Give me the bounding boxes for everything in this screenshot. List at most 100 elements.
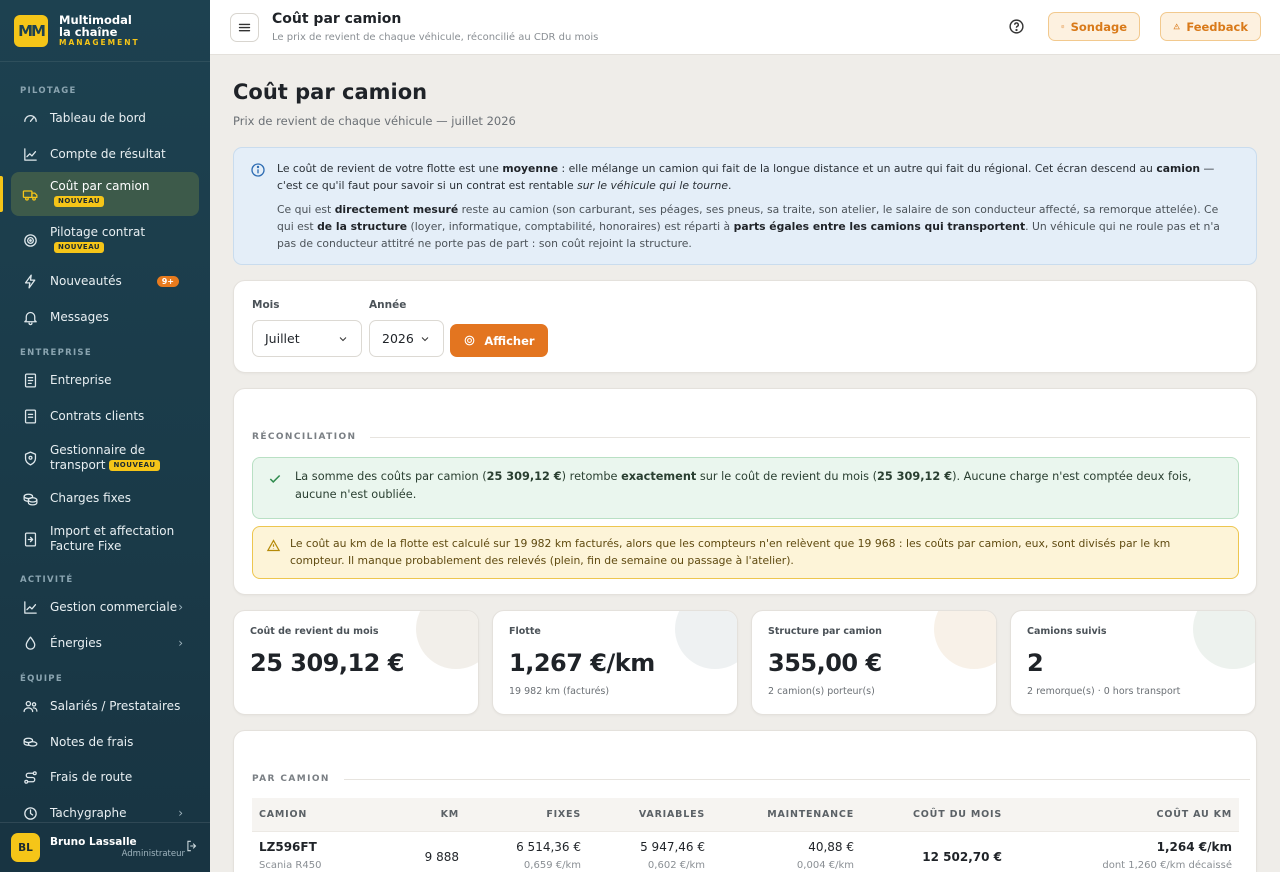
truck-variables-per-km: 0,602 €/km (647, 860, 705, 871)
new-badge: NOUVEAU (54, 196, 105, 207)
column-header[interactable]: CAMION (259, 809, 307, 820)
truck-plate[interactable]: LZ596FT (259, 840, 317, 854)
clipboard-icon (1061, 25, 1064, 28)
sidebar-item-label: Gestion commerciale (50, 599, 178, 614)
chevron-down-icon (421, 336, 429, 341)
wallet-icon (21, 733, 39, 751)
year-select[interactable]: 2026 (369, 320, 444, 357)
column-header[interactable]: KM (441, 809, 459, 820)
section-label-activite: ACTIVITÉ (20, 575, 74, 585)
page-subtitle: Prix de revient de chaque véhicule — jui… (233, 114, 516, 128)
truck-model: Scania R450 (259, 860, 322, 871)
show-button-label: Afficher (484, 333, 535, 348)
topbar-title: Coût par camion (272, 11, 402, 27)
column-header[interactable]: MAINTENANCE (767, 809, 854, 820)
target-icon (465, 335, 475, 346)
sidebar-item-label: Entreprise (50, 372, 112, 387)
sidebar-item-label: Notes de frais (50, 734, 134, 749)
topbar-subtitle: Le prix de revient de chaque véhicule, r… (272, 32, 599, 43)
survey-label: Sondage (1070, 19, 1127, 34)
per-truck-heading: PAR CAMION (252, 774, 1250, 784)
sidebar-item-import-facture-fixe[interactable]: Import et affectation Facture Fixe (11, 518, 199, 560)
document-icon (21, 371, 39, 389)
target-icon (21, 231, 39, 249)
truck-cout-km: 1,264 €/km (1156, 840, 1232, 854)
chevron-down-icon (339, 336, 347, 341)
table-row[interactable]: LZ596FT Scania R450 9 888 6 514,36 € 0,6… (252, 831, 1239, 872)
sidebar-item-label: Salariés / Prestataires (50, 698, 181, 713)
sidebar-item-charges-fixes[interactable]: Charges fixes (11, 480, 199, 516)
year-value: 2026 (382, 331, 414, 346)
decorative-circle (675, 611, 737, 669)
bell-icon (21, 308, 39, 326)
stat-card-structure: Structure par camion 355,00 € 2 camion(s… (751, 610, 997, 715)
new-badge: NOUVEAU (109, 460, 160, 471)
stat-label: Camions suivis (1027, 626, 1107, 637)
sidebar-item-energies[interactable]: Énergies › (11, 625, 199, 661)
truck-icon (21, 185, 39, 203)
sidebar-item-label: Tachygraphe (50, 805, 127, 820)
show-button[interactable]: Afficher (450, 324, 548, 357)
truck-maintenance-per-km: 0,004 €/km (796, 860, 854, 871)
stat-label: Structure par camion (768, 626, 882, 637)
bolt-icon (21, 272, 39, 290)
brand-logo: MM (14, 14, 48, 47)
stat-value: 355,00 € (768, 649, 882, 677)
avatar[interactable]: BL (11, 833, 40, 862)
sidebar-item-notes-de-frais[interactable]: Notes de frais (11, 724, 199, 760)
feedback-button[interactable]: Feedback (1160, 12, 1261, 41)
feedback-label: Feedback (1186, 19, 1248, 34)
sidebar-item-contrats-clients[interactable]: Contrats clients (11, 398, 199, 434)
reconciliation-ok-banner: La somme des coûts par camion (25 309,12… (252, 457, 1239, 519)
per-truck-card: PAR CAMION CAMION KM FIXES VARIABLES MAI… (233, 730, 1257, 872)
sidebar-item-frais-de-route[interactable]: Frais de route (11, 759, 199, 795)
help-icon[interactable] (1008, 18, 1025, 35)
file-import-icon (21, 530, 39, 548)
decorative-circle (1193, 611, 1255, 669)
chevron-right-icon: › (178, 806, 183, 820)
sidebar-item-messages[interactable]: Messages (11, 299, 199, 335)
sidebar-item-gestion-commerciale[interactable]: Gestion commerciale › (11, 589, 199, 625)
sidebar-item-cout-par-camion[interactable]: Coût par camion NOUVEAU (0, 172, 199, 216)
main-content: Coût par camion Prix de revient de chaqu… (210, 55, 1280, 872)
warning-text: Le coût au km de la flotte est calculé s… (290, 537, 1171, 568)
file-icon (21, 407, 39, 425)
sidebar-item-nouveautes[interactable]: Nouveautés 9+ (11, 263, 199, 299)
check-icon (269, 474, 281, 483)
sidebar-item-gestionnaire-de-transport[interactable]: Gestionnaire de transport NOUVEAU (11, 437, 199, 479)
menu-button[interactable] (230, 13, 259, 42)
sidebar-item-entreprise[interactable]: Entreprise (11, 362, 199, 398)
sidebar-item-pilotage-contrat[interactable]: Pilotage contrat NOUVEAU (11, 222, 199, 258)
truck-cout-mois: 12 502,70 € (922, 850, 1002, 864)
info-icon (251, 163, 265, 177)
page-title: Coût par camion (233, 80, 428, 104)
truck-fixes: 6 514,36 € (516, 840, 581, 854)
sidebar-item-label: Import et affectation Facture Fixe (50, 524, 175, 553)
survey-button[interactable]: Sondage (1048, 12, 1140, 41)
sidebar-item-compte-de-resultat[interactable]: Compte de résultat (11, 136, 199, 172)
logout-icon[interactable] (185, 838, 199, 857)
column-header[interactable]: VARIABLES (639, 809, 705, 820)
reconciliation-warning-banner: Le coût au km de la flotte est calculé s… (252, 526, 1239, 579)
brand[interactable]: MM Multimodal la chaîne MANAGEMENT (0, 0, 210, 62)
warning-icon (266, 539, 281, 552)
sidebar-item-tableau-de-bord[interactable]: Tableau de bord (11, 100, 199, 136)
section-label-pilotage: PILOTAGE (20, 86, 77, 96)
stat-sub: 19 982 km (facturés) (509, 686, 610, 697)
month-select[interactable]: Juillet (252, 320, 362, 357)
brand-tagline: MANAGEMENT (59, 38, 140, 48)
stat-card-flotte: Flotte 1,267 €/km 19 982 km (facturés) (492, 610, 738, 715)
sidebar: MM Multimodal la chaîne MANAGEMENT PILOT… (0, 0, 210, 872)
column-header[interactable]: FIXES (546, 809, 581, 820)
sidebar-item-salaries[interactable]: Salariés / Prestataires (11, 688, 199, 724)
stat-label: Flotte (509, 626, 541, 637)
stat-label: Coût de revient du mois (250, 626, 379, 637)
column-header[interactable]: COÛT AU KM (1157, 809, 1232, 820)
count-badge: 9+ (156, 275, 179, 287)
filters-card: Mois Juillet Année 2026 Afficher (233, 280, 1257, 373)
route-icon (21, 768, 39, 786)
stat-sub: 2 camion(s) porteur(s) (768, 686, 875, 697)
column-header[interactable]: COÛT DU MOIS (913, 809, 1002, 820)
month-label: Mois (252, 299, 280, 311)
year-label: Année (369, 299, 407, 311)
